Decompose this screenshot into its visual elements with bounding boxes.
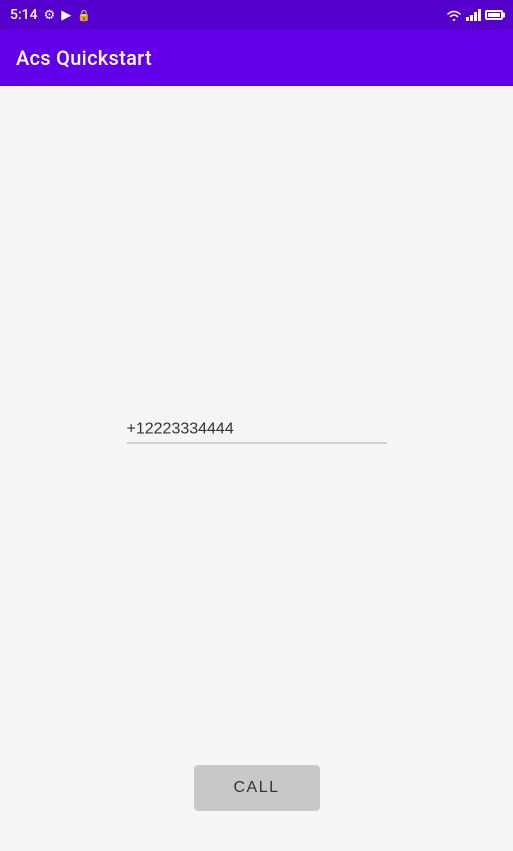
phone-input[interactable]	[127, 417, 387, 444]
play-icon	[61, 8, 71, 23]
status-time: 5:14	[10, 7, 38, 23]
lock-icon	[77, 8, 91, 23]
app-title: Acs Quickstart	[16, 46, 152, 70]
battery-icon	[485, 10, 503, 20]
app-bar: Acs Quickstart	[0, 30, 513, 86]
phone-input-container	[127, 417, 387, 444]
wifi-icon	[446, 9, 462, 21]
status-bar-right	[446, 9, 503, 21]
gear-icon	[44, 8, 56, 23]
status-bar-left: 5:14	[10, 7, 91, 23]
call-button[interactable]: CALL	[193, 765, 319, 811]
main-content: CALL	[0, 86, 513, 851]
status-bar: 5:14	[0, 0, 513, 30]
signal-icon	[466, 9, 481, 21]
call-button-container: CALL	[193, 765, 319, 811]
